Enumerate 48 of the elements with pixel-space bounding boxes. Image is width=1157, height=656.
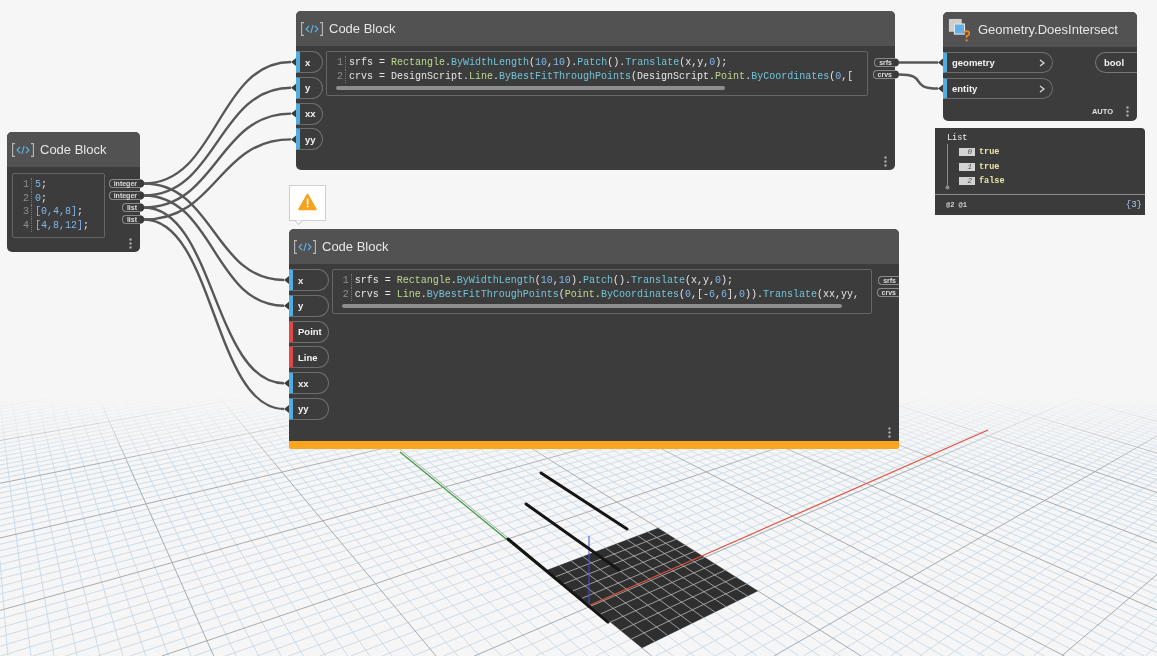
code-editor[interactable]: 1 srfs = Rectangle.ByWidthLength(10,10).Patch().Translate(x,y,0); 2 crvs = DesignScript.Line.ByBestFitThroughPoints(DesignScript.Point.ByCoordinates(0,[ <box>326 51 868 96</box>
wire <box>895 70 943 93</box>
list-value: true <box>979 161 1000 172</box>
chevron-icon <box>1039 58 1045 67</box>
node-title: Code Block <box>329 21 396 36</box>
list-value: false <box>979 176 1005 187</box>
line-number: 2 <box>22 191 30 205</box>
more-options-icon[interactable] <box>129 237 132 249</box>
more-options-icon[interactable] <box>888 426 891 438</box>
code-editor[interactable]: 1 5; 2 0; 3 [0,4,8]; 4 [4,8,12]; <box>12 173 105 238</box>
code-editor[interactable]: 1 srfs = Rectangle.ByWidthLength(10,10).Patch().Translate(x,y,0); 2 crvs = Line.ByBestFitThroughPoints(Point.ByCoordinates(0,[-6,6],0)).Translate(xx,yy, <box>331 269 872 314</box>
wire <box>895 58 943 67</box>
code-line: srfs = Rectangle.ByWidthLength(10,10).Patch().Translate(x,y,0); <box>345 56 728 70</box>
chevron-icon <box>1039 84 1045 93</box>
node-header[interactable]: Geometry.DoesIntersect <box>943 12 1137 47</box>
code-line: [4,8,12]; <box>31 218 90 232</box>
code-icon <box>294 239 316 254</box>
line-number: 1 <box>22 178 30 192</box>
list-title: List <box>947 133 968 143</box>
node-header[interactable]: Code Block <box>7 132 140 167</box>
node-title: Code Block <box>40 142 107 157</box>
code-icon <box>301 21 323 36</box>
node-header[interactable]: Code Block <box>296 11 895 46</box>
line-number: 1 <box>341 274 350 288</box>
node-title: Geometry.DoesIntersect <box>978 22 1118 37</box>
code-line: crvs = Line.ByBestFitThroughPoints(Point.ByCoordinates(0,[-6,6],0)).Translate(xx,yy, <box>350 287 860 301</box>
line-number: 1 <box>336 56 344 70</box>
line-number: 2 <box>336 69 344 83</box>
z-axis-line <box>588 535 590 607</box>
list-value: true <box>979 147 1000 158</box>
more-options-icon[interactable] <box>1126 105 1129 117</box>
item-count: {3} <box>1125 200 1142 210</box>
code-icon <box>12 142 34 157</box>
node-header[interactable]: Code Block <box>289 229 899 264</box>
line-number: 2 <box>341 287 350 301</box>
horizontal-scrollbar[interactable] <box>341 304 842 308</box>
more-options-icon[interactable] <box>884 155 887 167</box>
node-title: Code Block <box>322 239 389 254</box>
tree-line <box>945 144 950 190</box>
horizontal-scrollbar[interactable] <box>336 86 725 90</box>
line-number: 3 <box>22 205 30 219</box>
code-line: 5; <box>31 178 48 192</box>
overlapping-squares-icon <box>948 17 970 42</box>
code-line: 0; <box>31 191 48 205</box>
code-line: crvs = DesignScript.Line.ByBestFitThroughPoints(DesignScript.Point.ByCoordinates(0,[ <box>345 69 854 83</box>
line-number: 4 <box>22 218 30 232</box>
code-line: [0,4,8]; <box>31 205 84 219</box>
code-line: srfs = Rectangle.ByWidthLength(10,10).Patch().Translate(x,y,0); <box>350 274 733 288</box>
